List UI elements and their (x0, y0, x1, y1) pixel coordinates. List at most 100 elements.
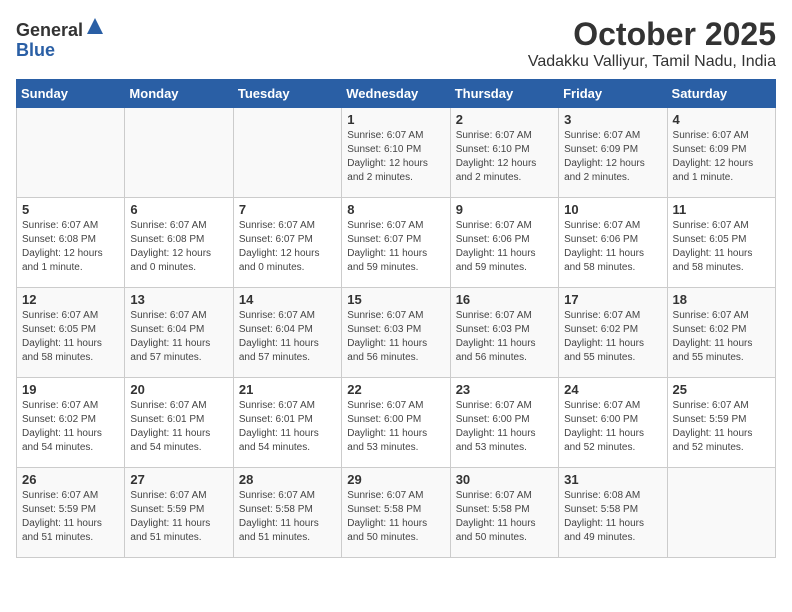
day-number: 2 (456, 112, 553, 127)
day-number: 10 (564, 202, 661, 217)
page-subtitle: Vadakku Valliyur, Tamil Nadu, India (528, 53, 776, 71)
calendar-cell: 27 Sunrise: 6:07 AM Sunset: 5:59 PM Dayli… (125, 468, 233, 558)
calendar-cell: 12 Sunrise: 6:07 AM Sunset: 6:05 PM Dayli… (17, 288, 125, 378)
day-info: Sunrise: 6:07 AM Sunset: 5:58 PM Dayligh… (456, 489, 553, 545)
day-number: 11 (673, 202, 770, 217)
calendar-cell: 21Sunrise: 6:07 AM Sunset: 6:01 PM Dayli… (233, 378, 341, 468)
calendar-cell: 26 Sunrise: 6:07 AM Sunset: 5:59 PM Dayli… (17, 468, 125, 558)
calendar-cell: 30 Sunrise: 6:07 AM Sunset: 5:58 PM Dayli… (450, 468, 558, 558)
day-number: 1 (347, 112, 444, 127)
calendar-cell: 13Sunrise: 6:07 AM Sunset: 6:04 PM Dayli… (125, 288, 233, 378)
col-sunday: Sunday (17, 80, 125, 108)
day-info: Sunrise: 6:07 AM Sunset: 6:06 PM Dayligh… (456, 219, 553, 275)
day-number: 24 (564, 382, 661, 397)
day-info: Sunrise: 6:07 AM Sunset: 6:06 PM Dayligh… (564, 219, 661, 275)
page-title: October 2025 (528, 16, 776, 53)
calendar-cell: 4 Sunrise: 6:07 AM Sunset: 6:09 PM Daylig… (667, 108, 775, 198)
day-info: Sunrise: 6:07 AM Sunset: 6:01 PM Dayligh… (130, 399, 227, 455)
day-number: 18 (673, 292, 770, 307)
calendar-week-4: 19 Sunrise: 6:07 AM Sunset: 6:02 PM Dayli… (17, 378, 776, 468)
header-row: Sunday Monday Tuesday Wednesday Thursday… (17, 80, 776, 108)
day-number: 4 (673, 112, 770, 127)
calendar-cell: 14Sunrise: 6:07 AM Sunset: 6:04 PM Dayli… (233, 288, 341, 378)
col-thursday: Thursday (450, 80, 558, 108)
calendar-cell (17, 108, 125, 198)
day-number: 30 (456, 472, 553, 487)
calendar-cell: 24 Sunrise: 6:07 AM Sunset: 6:00 PM Dayli… (559, 378, 667, 468)
day-info: Sunrise: 6:07 AM Sunset: 6:05 PM Dayligh… (673, 219, 770, 275)
day-number: 17 (564, 292, 661, 307)
calendar-cell: 7Sunrise: 6:07 AM Sunset: 6:07 PM Daylig… (233, 198, 341, 288)
day-number: 27 (130, 472, 227, 487)
calendar-cell: 20Sunrise: 6:07 AM Sunset: 6:01 PM Dayli… (125, 378, 233, 468)
calendar-cell: 3Sunrise: 6:07 AM Sunset: 6:09 PM Daylig… (559, 108, 667, 198)
day-number: 22 (347, 382, 444, 397)
day-number: 21 (239, 382, 336, 397)
title-block: October 2025 Vadakku Valliyur, Tamil Nad… (528, 16, 776, 71)
logo-blue-text: Blue (16, 40, 55, 60)
day-info: Sunrise: 6:07 AM Sunset: 6:08 PM Dayligh… (130, 219, 227, 275)
day-number: 15 (347, 292, 444, 307)
day-number: 8 (347, 202, 444, 217)
col-wednesday: Wednesday (342, 80, 450, 108)
calendar-header: Sunday Monday Tuesday Wednesday Thursday… (17, 80, 776, 108)
day-number: 28 (239, 472, 336, 487)
calendar-cell: 31Sunrise: 6:08 AM Sunset: 5:58 PM Dayli… (559, 468, 667, 558)
calendar-cell: 1 Sunrise: 6:07 AM Sunset: 6:10 PM Daylig… (342, 108, 450, 198)
calendar-week-3: 12 Sunrise: 6:07 AM Sunset: 6:05 PM Dayli… (17, 288, 776, 378)
calendar-week-1: 1 Sunrise: 6:07 AM Sunset: 6:10 PM Daylig… (17, 108, 776, 198)
day-info: Sunrise: 6:07 AM Sunset: 6:04 PM Dayligh… (239, 309, 336, 365)
calendar-cell: 23 Sunrise: 6:07 AM Sunset: 6:00 PM Dayli… (450, 378, 558, 468)
calendar-cell: 17 Sunrise: 6:07 AM Sunset: 6:02 PM Dayli… (559, 288, 667, 378)
day-info: Sunrise: 6:07 AM Sunset: 5:59 PM Dayligh… (130, 489, 227, 545)
day-number: 7 (239, 202, 336, 217)
day-info: Sunrise: 6:07 AM Sunset: 6:02 PM Dayligh… (673, 309, 770, 365)
day-number: 26 (22, 472, 119, 487)
day-number: 23 (456, 382, 553, 397)
calendar-cell: 10 Sunrise: 6:07 AM Sunset: 6:06 PM Dayli… (559, 198, 667, 288)
calendar-cell: 6Sunrise: 6:07 AM Sunset: 6:08 PM Daylig… (125, 198, 233, 288)
day-info: Sunrise: 6:07 AM Sunset: 6:03 PM Dayligh… (456, 309, 553, 365)
calendar-table: Sunday Monday Tuesday Wednesday Thursday… (16, 79, 776, 558)
calendar-cell: 19 Sunrise: 6:07 AM Sunset: 6:02 PM Dayli… (17, 378, 125, 468)
logo: General Blue (16, 16, 105, 61)
day-info: Sunrise: 6:07 AM Sunset: 6:03 PM Dayligh… (347, 309, 444, 365)
day-info: Sunrise: 6:07 AM Sunset: 6:02 PM Dayligh… (564, 309, 661, 365)
day-info: Sunrise: 6:07 AM Sunset: 6:09 PM Dayligh… (673, 129, 770, 185)
day-info: Sunrise: 6:07 AM Sunset: 6:10 PM Dayligh… (456, 129, 553, 185)
day-info: Sunrise: 6:07 AM Sunset: 6:07 PM Dayligh… (347, 219, 444, 275)
calendar-cell: 5 Sunrise: 6:07 AM Sunset: 6:08 PM Daylig… (17, 198, 125, 288)
day-info: Sunrise: 6:07 AM Sunset: 5:59 PM Dayligh… (22, 489, 119, 545)
day-info: Sunrise: 6:07 AM Sunset: 5:59 PM Dayligh… (673, 399, 770, 455)
calendar-cell: 2 Sunrise: 6:07 AM Sunset: 6:10 PM Daylig… (450, 108, 558, 198)
calendar-cell: 22Sunrise: 6:07 AM Sunset: 6:00 PM Dayli… (342, 378, 450, 468)
page-header: General Blue October 2025 Vadakku Valliy… (16, 16, 776, 71)
day-number: 19 (22, 382, 119, 397)
day-info: Sunrise: 6:08 AM Sunset: 5:58 PM Dayligh… (564, 489, 661, 545)
calendar-cell: 18 Sunrise: 6:07 AM Sunset: 6:02 PM Dayli… (667, 288, 775, 378)
day-number: 9 (456, 202, 553, 217)
day-number: 3 (564, 112, 661, 127)
calendar-cell: 28Sunrise: 6:07 AM Sunset: 5:58 PM Dayli… (233, 468, 341, 558)
col-monday: Monday (125, 80, 233, 108)
day-number: 16 (456, 292, 553, 307)
calendar-cell: 15 Sunrise: 6:07 AM Sunset: 6:03 PM Dayli… (342, 288, 450, 378)
calendar-cell: 29Sunrise: 6:07 AM Sunset: 5:58 PM Dayli… (342, 468, 450, 558)
day-number: 5 (22, 202, 119, 217)
col-tuesday: Tuesday (233, 80, 341, 108)
day-info: Sunrise: 6:07 AM Sunset: 6:00 PM Dayligh… (564, 399, 661, 455)
calendar-cell: 25 Sunrise: 6:07 AM Sunset: 5:59 PM Dayli… (667, 378, 775, 468)
day-number: 29 (347, 472, 444, 487)
day-number: 25 (673, 382, 770, 397)
calendar-body: 1 Sunrise: 6:07 AM Sunset: 6:10 PM Daylig… (17, 108, 776, 558)
calendar-cell: 11 Sunrise: 6:07 AM Sunset: 6:05 PM Dayli… (667, 198, 775, 288)
day-number: 12 (22, 292, 119, 307)
logo-icon (85, 16, 105, 36)
day-info: Sunrise: 6:07 AM Sunset: 6:10 PM Dayligh… (347, 129, 444, 185)
calendar-week-5: 26 Sunrise: 6:07 AM Sunset: 5:59 PM Dayli… (17, 468, 776, 558)
day-info: Sunrise: 6:07 AM Sunset: 6:02 PM Dayligh… (22, 399, 119, 455)
day-info: Sunrise: 6:07 AM Sunset: 6:05 PM Dayligh… (22, 309, 119, 365)
day-info: Sunrise: 6:07 AM Sunset: 6:08 PM Dayligh… (22, 219, 119, 275)
day-info: Sunrise: 6:07 AM Sunset: 6:00 PM Dayligh… (456, 399, 553, 455)
calendar-cell (233, 108, 341, 198)
